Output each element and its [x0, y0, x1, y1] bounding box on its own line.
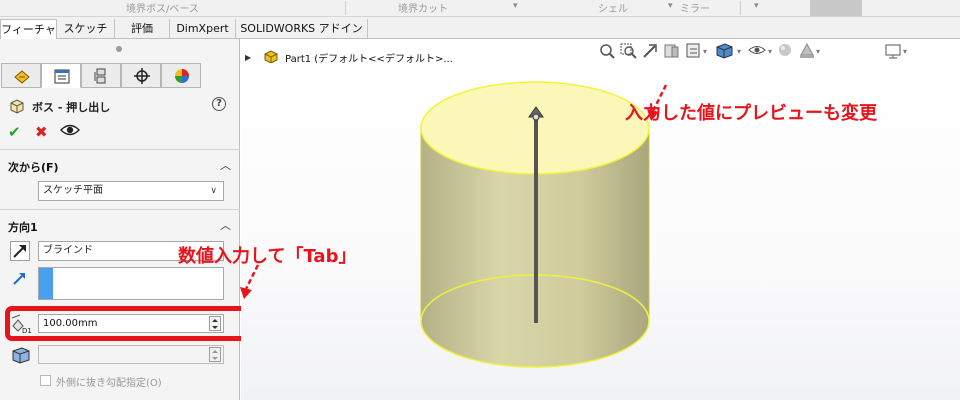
dimxpert-icon [134, 68, 150, 84]
input-annotation-text: 数値入力して「Tab」 [178, 246, 357, 267]
chevron-down-icon[interactable]: ▾ [754, 1, 759, 11]
display-manager-icon [175, 69, 189, 83]
help-icon[interactable]: ? [212, 97, 226, 111]
leader-line [244, 264, 260, 290]
cancel-x-icon[interactable]: ✖ [35, 123, 48, 141]
toolbar-blank-area [810, 0, 862, 16]
draft-angle-icon[interactable] [10, 345, 32, 365]
extrude-preview-canvas [420, 81, 668, 368]
boundary-cut-button[interactable]: 境界カット [398, 0, 448, 15]
from-select[interactable]: スケッチ平面 ∨ [38, 181, 224, 201]
list-selection-bar [39, 268, 53, 299]
toolbar-divider [740, 1, 741, 15]
arrow-handle[interactable] [532, 113, 540, 121]
shell-button[interactable]: シェル [598, 0, 628, 15]
section-divider [0, 209, 240, 210]
featuremanager-tab[interactable] [1, 63, 41, 88]
direction-vector-list[interactable] [38, 267, 224, 300]
chevron-down-icon: ∨ [210, 186, 217, 196]
ok-check-icon[interactable]: ✔ [8, 123, 21, 141]
tab-evaluate[interactable]: 評価 [115, 19, 170, 39]
preview-annotation-text: 入力した値にプレビューも変更 [625, 103, 877, 124]
tab-label: 評価 [131, 22, 153, 35]
tab-dimxpert[interactable]: DimXpert [170, 19, 236, 39]
top-toolbar: 境界ボス/ベース 境界カット ▾ シェル ミラー ▾ ▾ [0, 0, 960, 17]
direction1-section-header[interactable]: 方向1 [8, 219, 38, 235]
from-section-header[interactable]: 次から(F) [8, 159, 59, 175]
draft-angle-input[interactable] [38, 345, 224, 364]
reverse-direction-icon [13, 245, 26, 258]
command-manager-tabs: フィーチャー スケッチ 評価 DimXpert SOLIDWORKS アドイン [0, 17, 960, 55]
reverse-direction-button[interactable] [10, 241, 30, 261]
tab-sketch[interactable]: スケッチ [57, 19, 115, 39]
tab-label: SOLIDWORKS アドイン [240, 22, 363, 35]
tab-label: DimXpert [176, 22, 229, 35]
preview-eye-icon[interactable] [60, 123, 80, 137]
collapse-chevron-icon[interactable]: ︿ [220, 217, 231, 233]
feature-title: ボス - 押し出し [32, 101, 111, 114]
mirror-button[interactable]: ミラー [680, 0, 710, 15]
propertymanager-tab[interactable] [41, 63, 81, 88]
chevron-down-icon[interactable]: ▾ [513, 1, 518, 11]
panel-grip-handle[interactable] [116, 46, 122, 52]
end-condition-value: ブラインド [43, 245, 93, 256]
annotation-highlight-box [5, 306, 248, 341]
boss-extrude-icon [10, 99, 24, 114]
property-manager-panel: ボス - 押し出し ? ✔ ✖ 次から(F) ︿ スケッチ平面 ∨ 方向1 ︿ … [0, 39, 248, 400]
configurationmanager-icon [94, 68, 106, 84]
section-divider [0, 149, 240, 150]
tab-label: スケッチ [63, 22, 108, 35]
outward-draft-checkbox[interactable] [40, 375, 51, 386]
toolbar-divider [345, 1, 346, 15]
propertymanager-icon [54, 69, 70, 84]
dimxpert-tab[interactable] [121, 63, 161, 88]
chevron-down-icon[interactable]: ▾ [668, 1, 673, 11]
tab-solidworks-addins[interactable]: SOLIDWORKS アドイン [236, 19, 368, 39]
draft-spinner[interactable] [209, 347, 221, 362]
display-manager-tab[interactable] [161, 63, 201, 88]
graphics-viewport[interactable]: ▶ Part1 (デフォルト<<デフォルト>... ▾ ▾ ▾ ▾ ▾ 入力した… [241, 39, 960, 400]
extrude-direction-arrow[interactable] [534, 113, 538, 323]
configurationmanager-tab[interactable] [81, 63, 121, 88]
from-select-value: スケッチ平面 [43, 185, 103, 196]
leader-arrowhead [240, 287, 252, 299]
tab-features[interactable]: フィーチャー [0, 19, 57, 55]
input-annotation-leader [240, 264, 260, 299]
boundary-boss-button[interactable]: 境界ボス/ベース [126, 0, 199, 15]
direction-vector-icon [13, 273, 25, 285]
featuremanager-icon [14, 70, 30, 84]
outward-draft-label: 外側に抜き勾配指定(O) [56, 378, 162, 389]
collapse-chevron-icon[interactable]: ︿ [220, 157, 231, 173]
